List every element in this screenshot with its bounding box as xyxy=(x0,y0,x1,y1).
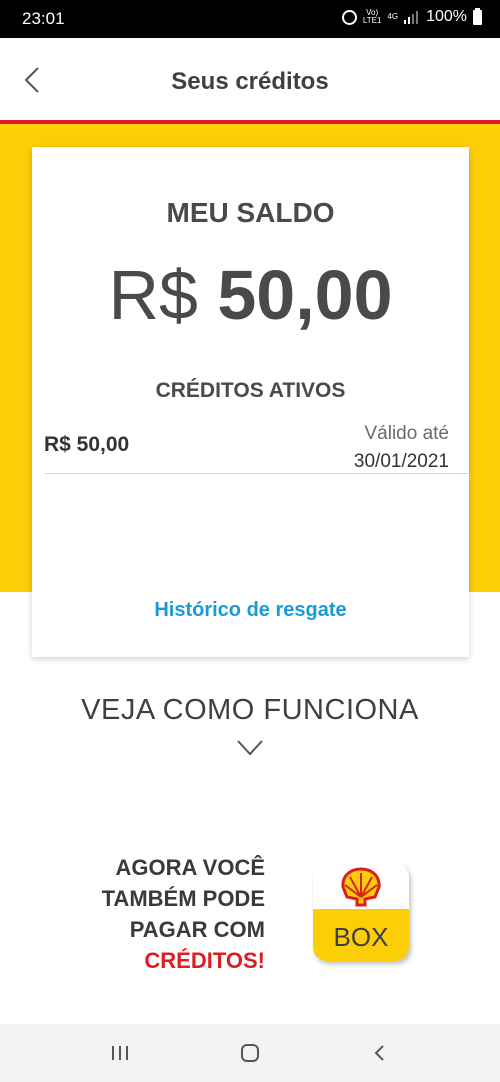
shell-logo-icon xyxy=(341,867,381,907)
battery-percent: 100% xyxy=(426,8,467,25)
balance-currency: R$ xyxy=(108,256,198,334)
active-credits-label: CRÉDITOS ATIVOS xyxy=(155,379,346,402)
history-link[interactable]: Histórico de resgate xyxy=(32,599,469,622)
network-type: 4G xyxy=(387,12,399,21)
credit-amount: R$ 50,00 xyxy=(44,433,130,456)
status-icons: Vo) LTE1 4G 100% xyxy=(341,7,482,26)
balance-label: MEU SALDO xyxy=(166,197,335,228)
status-time: 23:01 xyxy=(22,9,65,28)
balance-amount: 50,00 xyxy=(217,256,393,334)
alarm-icon xyxy=(341,9,357,25)
promo-highlight: CRÉDITOS! xyxy=(144,948,265,973)
promo-line-2: TAMBÉM PODE xyxy=(101,886,265,911)
shell-box-app-icon[interactable]: BOX xyxy=(313,863,409,961)
signal-icon xyxy=(404,11,419,24)
nav-back-icon[interactable] xyxy=(365,1038,395,1068)
home-icon[interactable] xyxy=(235,1038,265,1068)
page-title: Seus créditos xyxy=(171,68,329,95)
chevron-down-icon[interactable] xyxy=(237,740,263,756)
system-nav-bar xyxy=(0,1024,500,1082)
promo-text: AGORA VOCÊ TAMBÉM PODE PAGAR COM CRÉDITO… xyxy=(60,852,265,976)
status-bar: 23:01 Vo) LTE1 4G 100% xyxy=(0,0,500,38)
promo-line-3: PAGAR COM xyxy=(129,917,265,942)
lte-text: LTE1 xyxy=(362,16,382,25)
battery-icon xyxy=(473,7,482,25)
credit-row: R$ 50,00 Válido até 30/01/2021 xyxy=(44,419,469,474)
volte-indicator: Vo) LTE1 xyxy=(363,9,382,25)
balance-card: MEU SALDO R$ 50,00 CRÉDITOS ATIVOS R$ 50… xyxy=(32,147,469,657)
recent-apps-icon[interactable] xyxy=(105,1038,135,1068)
balance-value: R$ 50,00 xyxy=(32,255,469,335)
box-label: BOX xyxy=(333,922,389,952)
how-it-works-title[interactable]: VEJA COMO FUNCIONA xyxy=(0,694,500,727)
promo-line-1: AGORA VOCÊ xyxy=(115,855,265,880)
app-header: Seus créditos xyxy=(0,38,500,120)
valid-until-date: 30/01/2021 xyxy=(353,451,449,472)
valid-until-label: Válido até xyxy=(364,423,449,444)
